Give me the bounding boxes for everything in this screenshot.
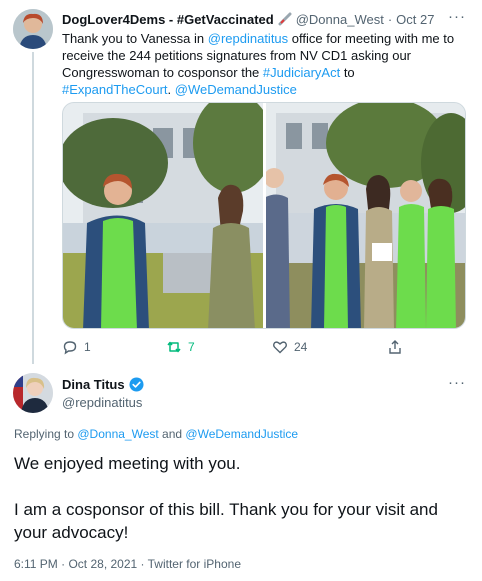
thread-connector-line [32,52,34,364]
header-separator: · [387,11,393,27]
text-segment: Thank you to Vanessa in [62,31,208,46]
photo-left[interactable] [63,103,263,328]
reply-tweet-header: Dina Titus @repdinatitus [62,376,144,410]
reply-more-options-icon[interactable]: ··· [448,374,466,391]
replying-to-donna-west[interactable]: @Donna_West [77,427,158,441]
verified-badge-icon [129,376,144,392]
parent-tweet[interactable]: DogLover4Dems - #GetVaccinated @Donna_We… [62,10,472,98]
retweet-count: 7 [188,340,195,354]
replying-to-wedemandjustice[interactable]: @WeDemandJustice [185,427,298,441]
parent-more-options-icon[interactable]: ··· [448,8,466,25]
syringe-emoji-icon [278,12,292,26]
replying-to-line: Replying to @Donna_West and @WeDemandJus… [14,427,298,441]
parent-display-name[interactable]: DogLover4Dems - #GetVaccinated [62,12,274,27]
donna-west-avatar[interactable] [13,9,53,49]
photo-right[interactable] [265,103,465,328]
heart-icon [273,341,287,354]
parent-handle[interactable]: @Donna_West [296,12,384,27]
reply-text-line-1: We enjoyed meeting with you. [14,454,241,473]
tweet-media-grid [62,102,466,329]
mention-wedemandjustice[interactable]: @WeDemandJustice [175,82,297,97]
parent-tweet-text: Thank you to Vanessa in @repdinatitus of… [62,30,462,98]
hashtag-expandthecourt[interactable]: #ExpandTheCourt [62,82,168,97]
reply-handle[interactable]: @repdinatitus [62,395,144,410]
retweet-icon [167,341,181,353]
reply-display-name[interactable]: Dina Titus [62,377,125,392]
hashtag-judiciaryact[interactable]: #JudiciaryAct [263,65,340,80]
reply-icon [63,341,77,355]
reply-tweet-text: We enjoyed meeting with you. I am a cosp… [14,452,474,544]
mention-repdinatitus[interactable]: @repdinatitus [208,31,288,46]
reply-count: 1 [84,340,91,354]
dina-titus-avatar[interactable] [13,373,53,413]
replying-prefix: Replying to [14,427,78,441]
like-count: 24 [294,340,308,354]
replying-and: and [158,427,186,441]
like-action[interactable]: 24 [272,339,307,355]
retweet-action[interactable]: 7 [166,339,195,355]
reply-text-line-2: I am a cosponsor of this bill. Thank you… [14,500,438,542]
reply-timestamp[interactable]: 6:11 PM · Oct 28, 2021 · Twitter for iPh… [14,557,241,571]
parent-date[interactable]: Oct 27 [396,12,434,27]
parent-tweet-header: DogLover4Dems - #GetVaccinated @Donna_We… [62,10,472,28]
reply-action[interactable]: 1 [62,339,91,355]
share-icon [389,340,401,354]
text-segment: . [167,82,175,97]
text-segment: to [340,65,355,80]
parent-action-bar: 1 7 24 [62,339,412,359]
share-action[interactable] [387,339,403,355]
